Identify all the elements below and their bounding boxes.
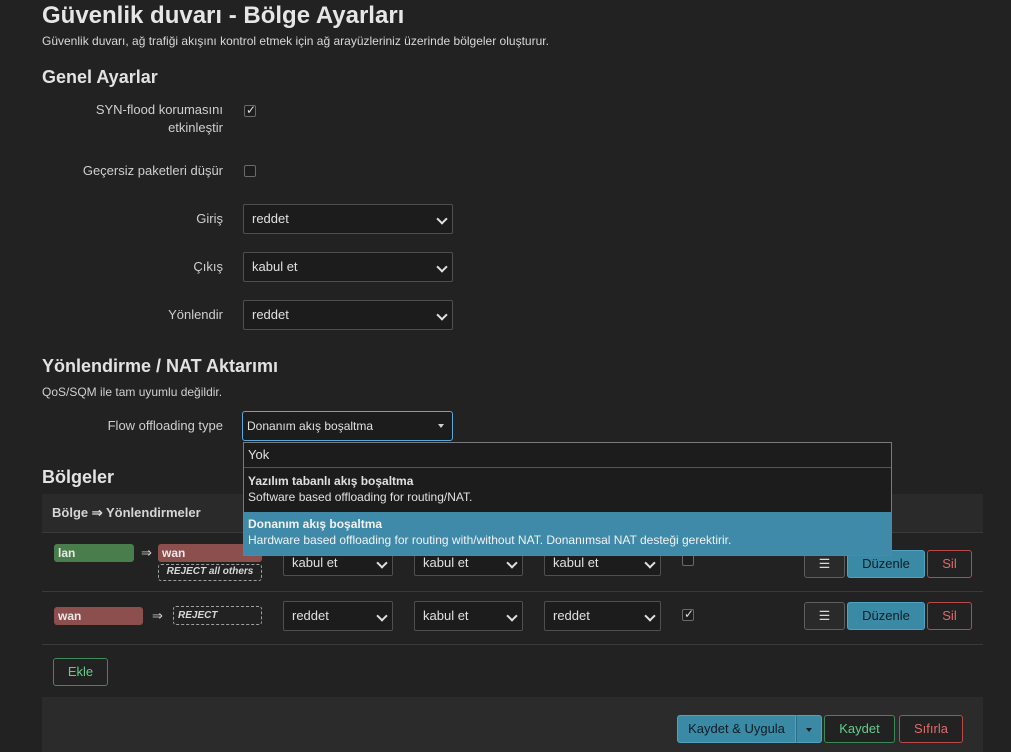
page-title: Güvenlik duvarı - Bölge Ayarları bbox=[42, 2, 405, 29]
drop-invalid-checkbox[interactable] bbox=[244, 165, 256, 177]
wan-input-select[interactable]: reddet bbox=[283, 601, 393, 631]
lan-output-value: kabul et bbox=[423, 555, 469, 570]
zones-heading: Bölgeler bbox=[42, 467, 115, 487]
wan-forward-select[interactable]: reddet bbox=[544, 601, 661, 631]
menu-button[interactable]: ☰ bbox=[804, 602, 845, 630]
save-apply-dropdown-button[interactable] bbox=[796, 715, 822, 743]
save-button[interactable]: Kaydet bbox=[824, 715, 895, 743]
forward-policy-label: Yönlendir bbox=[168, 307, 223, 322]
chevron-down-icon bbox=[644, 610, 656, 622]
option-none[interactable]: Yok bbox=[244, 443, 891, 468]
syn-flood-label: SYN-flood korumasını etkinleştir bbox=[43, 101, 223, 137]
flow-offloading-value: Donanım akış boşaltma bbox=[247, 419, 374, 433]
syn-flood-checkbox[interactable]: ✓ bbox=[244, 103, 257, 117]
wan-output-value: kabul et bbox=[423, 608, 469, 623]
option-title: Yazılım tabanlı akış boşaltma bbox=[248, 474, 414, 488]
check-icon: ✓ bbox=[684, 607, 695, 621]
zone-badge-wan: wan bbox=[54, 607, 143, 625]
syn-flood-label-line2: etkinleştir bbox=[168, 120, 223, 135]
chevron-down-icon bbox=[436, 309, 448, 321]
option-title: Yok bbox=[248, 447, 270, 462]
option-subtitle: Software based offloading for routing/NA… bbox=[248, 490, 473, 504]
chevron-down-icon bbox=[436, 261, 448, 273]
wan-input-value: reddet bbox=[292, 608, 329, 623]
zone-badge-lan: lan bbox=[54, 544, 134, 562]
chevron-down-icon bbox=[376, 610, 388, 622]
reset-button[interactable]: Sıfırla bbox=[899, 715, 963, 743]
page-description: Güvenlik duvarı, ağ trafiği akışını kont… bbox=[42, 34, 549, 48]
chevron-down-icon bbox=[506, 610, 518, 622]
menu-icon: ☰ bbox=[818, 556, 831, 571]
syn-flood-label-line1: SYN-flood korumasını bbox=[95, 102, 223, 117]
edit-button[interactable]: Düzenle bbox=[847, 602, 925, 630]
flow-offloading-dropdown: Yok Yazılım tabanlı akış boşaltma Softwa… bbox=[243, 442, 892, 556]
flow-offloading-label: Flow offloading type bbox=[107, 418, 223, 433]
option-hardware-offloading[interactable]: Donanım akış boşaltma Hardware based off… bbox=[244, 512, 891, 555]
check-icon: ✓ bbox=[246, 103, 257, 117]
general-heading: Genel Ayarlar bbox=[42, 67, 158, 87]
option-title: Donanım akış boşaltma bbox=[248, 517, 383, 531]
chevron-down-icon bbox=[644, 557, 656, 569]
wan-forward-value: reddet bbox=[553, 608, 590, 623]
reject-badge: REJECT bbox=[173, 606, 262, 625]
lan-forward-value: kabul et bbox=[553, 555, 599, 570]
flow-offloading-select[interactable]: Donanım akış boşaltma bbox=[242, 411, 453, 441]
option-subtitle: Hardware based offloading for routing wi… bbox=[248, 533, 732, 547]
lan-input-value: kabul et bbox=[292, 555, 338, 570]
wan-output-select[interactable]: kabul et bbox=[414, 601, 523, 631]
option-software-offloading[interactable]: Yazılım tabanlı akış boşaltma Software b… bbox=[244, 471, 891, 509]
reject-all-others-badge: REJECT all others bbox=[158, 564, 262, 581]
add-zone-button[interactable]: Ekle bbox=[53, 658, 108, 686]
menu-icon: ☰ bbox=[818, 608, 831, 623]
forward-arrow-icon: ⇒ bbox=[141, 545, 152, 560]
chevron-down-icon bbox=[376, 557, 388, 569]
output-policy-label: Çıkış bbox=[193, 259, 223, 274]
table-row: wan ⇒ REJECT reddet kabul et reddet ✓ ☰ … bbox=[42, 592, 983, 645]
drop-invalid-label: Geçersiz paketleri düşür bbox=[82, 163, 223, 178]
nat-heading: Yönlendirme / NAT Aktarımı bbox=[42, 356, 279, 376]
output-policy-value: kabul et bbox=[252, 259, 298, 274]
forward-arrow-icon: ⇒ bbox=[152, 608, 163, 623]
forward-policy-value: reddet bbox=[252, 307, 289, 322]
input-policy-label: Giriş bbox=[196, 211, 223, 226]
footer-bar: Kaydet & Uygula Kaydet Sıfırla bbox=[42, 697, 983, 752]
save-apply-button[interactable]: Kaydet & Uygula bbox=[677, 715, 796, 743]
delete-button[interactable]: Sil bbox=[927, 550, 972, 578]
chevron-down-icon bbox=[506, 557, 518, 569]
caret-down-icon bbox=[438, 424, 444, 428]
delete-button[interactable]: Sil bbox=[927, 602, 972, 630]
output-policy-select[interactable]: kabul et bbox=[243, 252, 453, 282]
zone-forwardings-column: Bölge ⇒ Yönlendirmeler bbox=[52, 505, 201, 520]
caret-down-icon bbox=[806, 727, 812, 732]
nat-note: QoS/SQM ile tam uyumlu değildir. bbox=[42, 385, 223, 399]
chevron-down-icon bbox=[436, 213, 448, 225]
input-policy-select[interactable]: reddet bbox=[243, 204, 453, 234]
input-policy-value: reddet bbox=[252, 211, 289, 226]
wan-masquerading-checkbox[interactable]: ✓ bbox=[682, 607, 695, 621]
forward-policy-select[interactable]: reddet bbox=[243, 300, 453, 330]
